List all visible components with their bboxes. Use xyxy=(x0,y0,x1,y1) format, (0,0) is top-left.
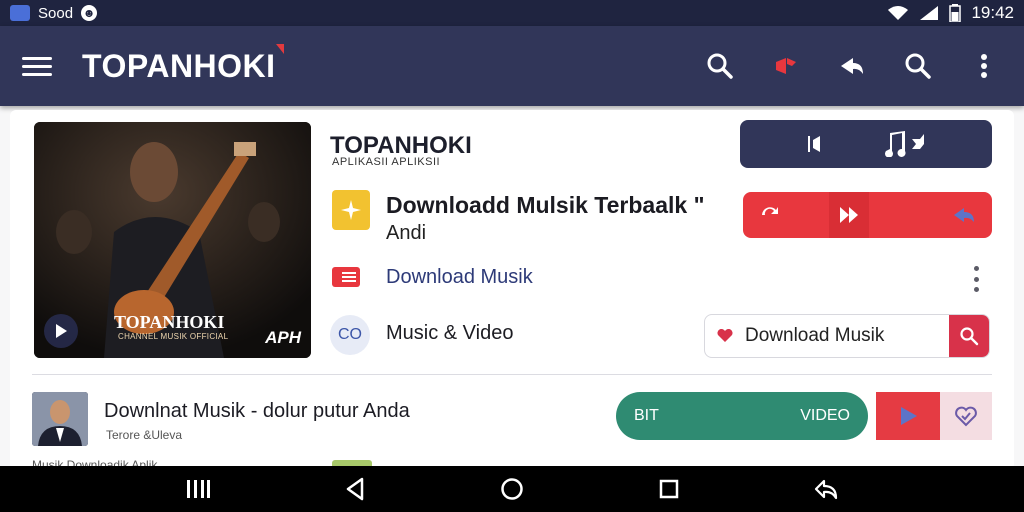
row2-title[interactable]: Downlnat Musik - dolur putur Anda xyxy=(104,400,410,423)
signal-icon xyxy=(920,6,939,20)
thumbnail-badge: APH xyxy=(265,328,301,347)
thumbnail-subtitle: CHANNEL MUSIK OFFICIAL xyxy=(118,332,229,341)
system-nav-bar xyxy=(0,466,1024,512)
thumbnail-title: TOPANHOKI xyxy=(114,312,225,332)
folder-icon xyxy=(332,190,370,230)
app-bar: TOPANHOKI xyxy=(0,26,1024,106)
play-segment[interactable] xyxy=(829,192,869,238)
brand-text: TOPANHOKI xyxy=(82,47,276,84)
sync-icon xyxy=(762,207,778,215)
play-icon xyxy=(56,324,67,338)
row2-thumbnail[interactable] xyxy=(32,392,88,446)
divider xyxy=(32,374,992,375)
square-icon xyxy=(659,479,679,499)
person-photo xyxy=(32,392,88,446)
more-options-button[interactable] xyxy=(972,266,980,292)
back-icon xyxy=(346,477,364,501)
list-icon xyxy=(332,267,360,287)
sparkle-icon xyxy=(341,200,361,220)
status-app-label: Sood xyxy=(38,4,74,22)
share-icon xyxy=(841,58,863,74)
music-note-icon xyxy=(885,131,924,157)
menu-button[interactable] xyxy=(22,56,52,76)
heart-check-icon xyxy=(955,406,977,427)
battery-icon xyxy=(949,4,962,22)
search-button[interactable] xyxy=(700,46,740,86)
heart-icon xyxy=(717,329,733,342)
status-right: 19:42 xyxy=(887,3,1014,23)
app-subtitle: APLIKASII APLIKSII xyxy=(332,156,441,168)
share-button[interactable] xyxy=(832,46,872,86)
home-button[interactable] xyxy=(492,471,532,507)
search-button-2[interactable] xyxy=(898,46,938,86)
player-controls-pill[interactable] xyxy=(740,120,992,168)
search-icon xyxy=(707,53,733,79)
recents-icon xyxy=(187,480,211,498)
wifi-icon xyxy=(888,6,909,20)
content-card: TOPANHOKI CHANNEL MUSIK OFFICIAL APH TOP… xyxy=(10,110,1014,470)
co-circle-icon: CO xyxy=(330,315,370,355)
play-icon xyxy=(901,407,917,425)
download-search-pill[interactable]: Download Musik xyxy=(704,314,990,358)
rotate-button[interactable] xyxy=(806,471,846,507)
status-bar: Sood ☻ 19:42 xyxy=(0,0,1024,26)
media-label: Music & Video xyxy=(386,322,514,344)
home-icon xyxy=(501,478,523,500)
smiley-icon: ☻ xyxy=(81,5,98,21)
appbar-actions xyxy=(674,46,1004,86)
screen: Sood ☻ 19:42 TOPANHOKI TOPANHOKI CHANNEL… xyxy=(0,0,1024,512)
search-submit-button[interactable] xyxy=(949,315,989,357)
back-button[interactable] xyxy=(335,471,375,507)
overview-button[interactable] xyxy=(649,471,689,507)
search-icon xyxy=(905,53,931,79)
row2-subtitle: Terore &Uleva xyxy=(106,428,183,442)
flag-icon xyxy=(275,43,284,54)
download-link[interactable]: Download Musik xyxy=(386,266,533,289)
download-title[interactable]: Downloadd Mulsik Terbaalk " xyxy=(386,192,704,219)
favorite-button[interactable] xyxy=(940,392,992,440)
play-video-button[interactable] xyxy=(876,392,940,440)
search-pill-label: Download Musik xyxy=(745,325,885,346)
fast-forward-icon xyxy=(840,207,858,223)
download-action-pill[interactable] xyxy=(743,192,992,238)
search-icon xyxy=(960,327,979,346)
brand-logo: TOPANHOKI xyxy=(82,43,284,85)
bit-label: BIT xyxy=(634,407,659,424)
gallery-icon xyxy=(10,5,30,21)
video-label: VIDEO xyxy=(800,407,850,424)
speaker-icon xyxy=(808,136,820,152)
more-vert-icon xyxy=(981,54,987,78)
music-share-button[interactable] xyxy=(766,46,806,86)
recents-button[interactable] xyxy=(178,471,218,507)
clock: 19:42 xyxy=(971,3,1014,22)
bit-video-button[interactable]: BIT VIDEO xyxy=(616,392,868,440)
rotate-icon xyxy=(814,479,837,500)
music-share-icon xyxy=(776,58,796,74)
share-icon xyxy=(954,208,974,222)
featured-thumbnail[interactable]: TOPANHOKI CHANNEL MUSIK OFFICIAL APH xyxy=(34,122,311,358)
download-author: Andi xyxy=(386,222,427,244)
overflow-menu-button[interactable] xyxy=(964,46,1004,86)
play-button[interactable] xyxy=(44,314,78,348)
